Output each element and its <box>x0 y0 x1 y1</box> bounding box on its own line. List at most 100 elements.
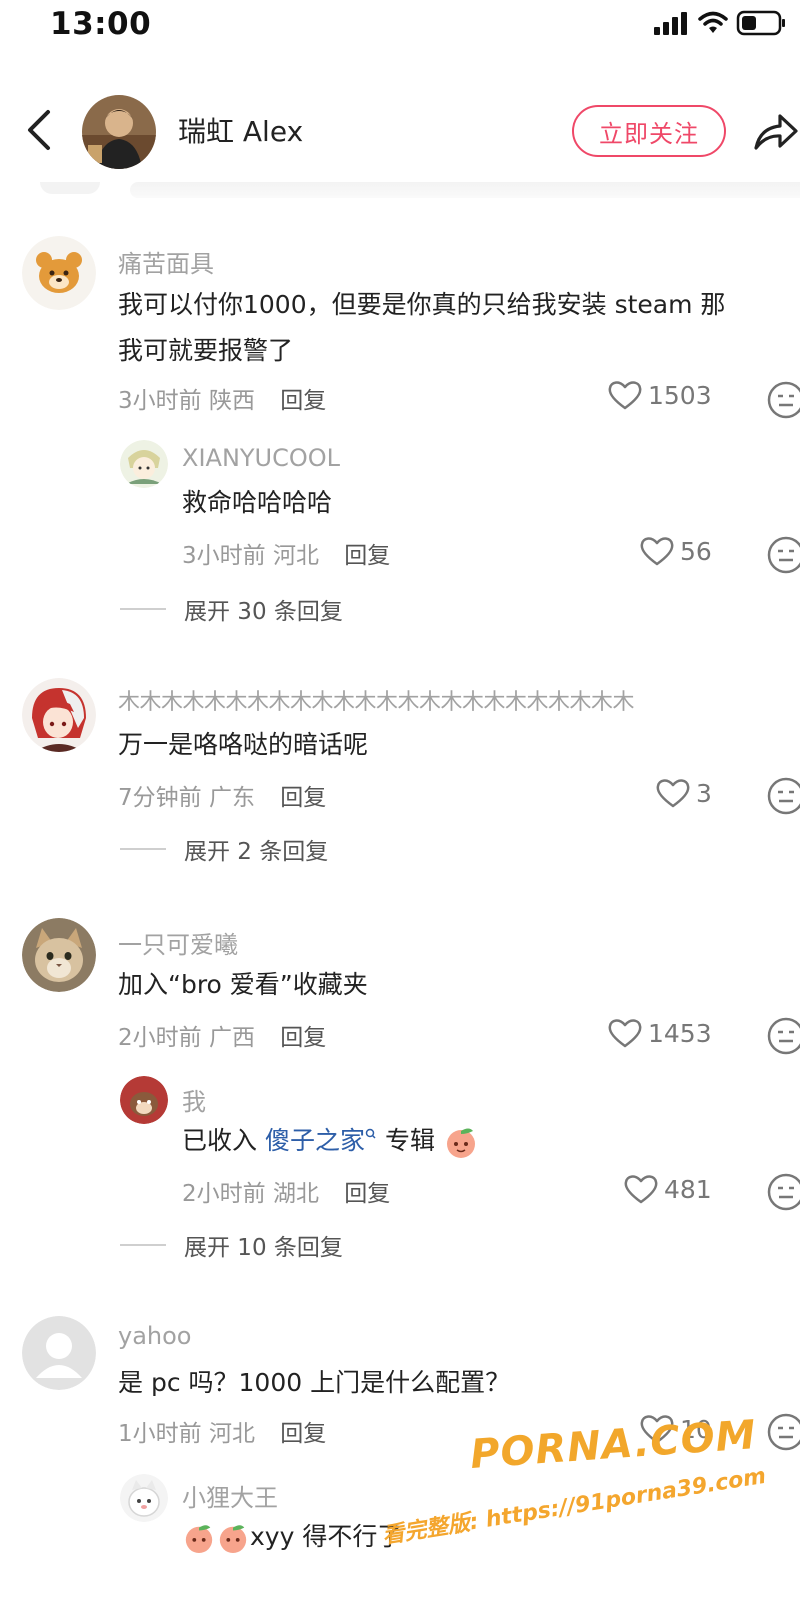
expand-line <box>120 1244 166 1246</box>
heart-icon <box>624 1175 658 1204</box>
expand-line <box>120 848 166 850</box>
expand-line <box>120 608 166 610</box>
commenter-name[interactable]: 一只可爱曦 <box>118 925 238 960</box>
reply-time: 2小时前 <box>182 1181 266 1207</box>
commenter-avatar[interactable] <box>22 1316 96 1390</box>
back-icon[interactable] <box>22 106 56 154</box>
like-button[interactable]: 481 <box>624 1174 712 1204</box>
share-icon[interactable] <box>752 110 800 154</box>
emoji-reaction-icon[interactable] <box>766 1016 800 1056</box>
battery-icon <box>736 10 785 36</box>
reply-location: 河北 <box>272 543 319 569</box>
reply-text-prefix: 已收入 <box>182 1126 258 1155</box>
reply-text: 救命哈哈哈哈 <box>182 488 333 517</box>
comment-location: 河北 <box>208 1421 255 1447</box>
heart-icon <box>640 537 674 566</box>
comment-meta: 2小时前 广西 回复 <box>118 1018 326 1052</box>
commenter-avatar[interactable] <box>22 678 96 752</box>
replier-avatar[interactable] <box>120 1474 168 1522</box>
emoji-reaction-icon[interactable] <box>766 380 800 420</box>
reply-button[interactable]: 回复 <box>280 1025 326 1051</box>
comment-meta: 7分钟前 广东 回复 <box>118 778 326 812</box>
expand-replies-button[interactable]: 展开 10 条回复 <box>120 1228 343 1262</box>
comment-time: 7分钟前 <box>118 785 202 811</box>
reply-meta: 3小时前 河北 回复 <box>182 536 390 570</box>
comment-time: 1小时前 <box>118 1421 202 1447</box>
commenter-avatar[interactable] <box>22 236 96 310</box>
reply-text-body: xyy 得不行了 <box>250 1522 403 1551</box>
watermark-url: 看完整版: https://91porna39.com <box>380 1463 768 1550</box>
like-button[interactable]: 3 <box>656 778 712 808</box>
expand-replies-label: 展开 30 条回复 <box>184 599 343 625</box>
status-icons <box>652 10 786 36</box>
divider <box>40 182 100 194</box>
like-button[interactable]: 1453 <box>608 1018 712 1048</box>
emoji-reaction-icon[interactable] <box>766 535 800 575</box>
divider <box>130 182 800 198</box>
commenter-name[interactable]: 痛苦面具 <box>118 244 214 279</box>
reply-meta: 2小时前 湖北 回复 <box>182 1174 390 1208</box>
replier-avatar[interactable] <box>120 1076 168 1124</box>
commenter-avatar[interactable] <box>22 918 96 992</box>
replier-avatar[interactable] <box>120 440 168 488</box>
like-button[interactable]: 1503 <box>608 380 712 410</box>
comment-text: 加入“bro 爱看”收藏夹 <box>118 970 368 999</box>
peach-emoji-icon <box>446 1128 475 1158</box>
commenter-name[interactable]: 木木木木木木木木木木木木木木木木木木木木木木木木 <box>118 684 635 716</box>
like-count: 1503 <box>648 380 712 410</box>
like-count: 3 <box>696 778 712 808</box>
peach-emoji-icon <box>185 1525 213 1554</box>
comment-text: 我可以付你1000，但要是你真的只给我安装 steam 那 <box>118 290 726 319</box>
author-avatar[interactable] <box>82 95 156 169</box>
wifi-icon <box>698 11 728 33</box>
comment-location: 广东 <box>208 785 255 811</box>
expand-replies-button[interactable]: 展开 2 条回复 <box>120 832 328 866</box>
comment-meta: 1小时前 河北 回复 <box>118 1414 326 1448</box>
reply-button[interactable]: 回复 <box>280 388 326 414</box>
comment-meta: 3小时前 陕西 回复 <box>118 381 326 415</box>
comment-text: 万一是咯咯哒的暗话呢 <box>118 730 369 759</box>
heart-icon <box>656 779 690 808</box>
emoji-reaction-icon[interactable] <box>766 1412 800 1452</box>
replier-name[interactable]: 我 <box>182 1082 206 1117</box>
expand-replies-label: 展开 2 条回复 <box>184 839 329 865</box>
search-icon <box>365 1128 376 1139</box>
expand-replies-label: 展开 10 条回复 <box>184 1235 343 1261</box>
reply-button[interactable]: 回复 <box>344 543 390 569</box>
heart-icon <box>608 381 642 410</box>
comment-time: 3小时前 <box>118 388 202 414</box>
screen: 13:00 瑞虹 Alex 立即关注 痛苦面具 我可以付你1000，但要是你真的… <box>0 0 800 1605</box>
reply-button[interactable]: 回复 <box>280 1421 326 1447</box>
reply-text-suffix: 专辑 <box>384 1126 435 1155</box>
emoji-reaction-icon[interactable] <box>766 776 800 816</box>
replier-name[interactable]: XIANYUCOOL <box>182 444 340 472</box>
status-bar: 13:00 <box>0 0 800 50</box>
album-link-label: 傻子之家 <box>264 1126 365 1155</box>
follow-button[interactable]: 立即关注 <box>572 105 726 157</box>
emoji-reaction-icon[interactable] <box>766 1172 800 1212</box>
comment-location: 广西 <box>208 1025 255 1051</box>
heart-icon <box>608 1019 642 1048</box>
reply-time: 3小时前 <box>182 543 266 569</box>
comment-text: 我可就要报警了 <box>118 336 294 365</box>
album-link[interactable]: 傻子之家 <box>265 1126 377 1155</box>
like-count: 481 <box>664 1174 712 1204</box>
expand-replies-button[interactable]: 展开 30 条回复 <box>120 592 343 626</box>
author-name[interactable]: 瑞虹 Alex <box>178 110 303 150</box>
like-count: 56 <box>680 536 712 566</box>
status-time: 13:00 <box>50 6 152 42</box>
comment-text: 是 pc 吗？1000 上门是什么配置？ <box>118 1368 511 1397</box>
reply-button[interactable]: 回复 <box>344 1181 390 1207</box>
post-header: 瑞虹 Alex 立即关注 <box>0 80 800 180</box>
reply-location: 湖北 <box>272 1181 319 1207</box>
peach-emoji-icon <box>219 1525 247 1554</box>
comment-location: 陕西 <box>208 388 255 414</box>
reply-text: 已收入 傻子之家 专辑 <box>182 1118 479 1164</box>
like-button[interactable]: 56 <box>640 536 712 566</box>
reply-button[interactable]: 回复 <box>280 785 326 811</box>
comment-time: 2小时前 <box>118 1025 202 1051</box>
reply-text: xyy 得不行了 <box>182 1514 402 1560</box>
commenter-name[interactable]: yahoo <box>118 1322 192 1350</box>
signal-icon <box>654 12 687 35</box>
replier-name[interactable]: 小狸大王 <box>182 1478 278 1513</box>
